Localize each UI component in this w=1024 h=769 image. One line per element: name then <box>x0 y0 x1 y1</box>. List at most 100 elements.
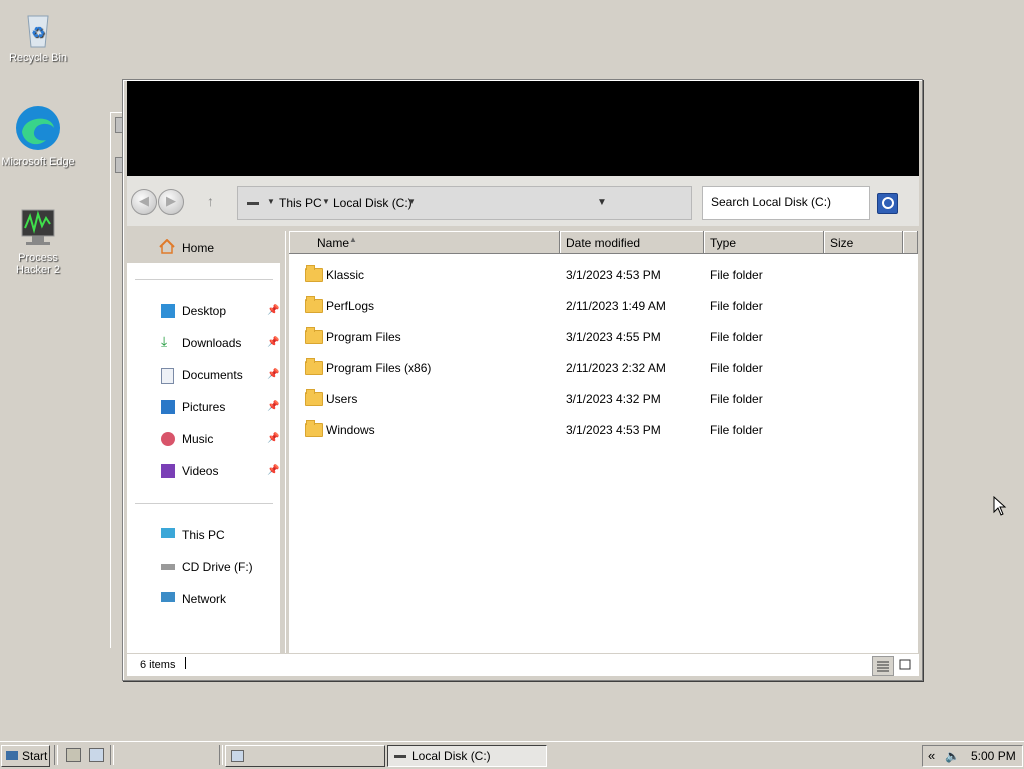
details-view-icon <box>877 661 889 672</box>
file-date: 3/1/2023 4:55 PM <box>566 330 661 344</box>
file-date: 3/1/2023 4:32 PM <box>566 392 661 406</box>
sidebar-divider <box>135 279 273 280</box>
file-name: Windows <box>326 423 375 437</box>
sidebar-home-label: Home <box>182 241 215 255</box>
column-header-filler <box>903 231 918 254</box>
details-view-button[interactable] <box>872 656 894 676</box>
status-bar: 6 items <box>127 654 919 676</box>
recycle-bin-label: Recycle Bin <box>8 52 68 64</box>
folder-icon <box>305 358 323 375</box>
address-dropdown-icon[interactable]: ▼ <box>597 197 607 208</box>
explorer-window[interactable]: ◀ ▶ ↑ ▼ This PC ▼ Local Disk (C:) ▼ ▼ ⇆ <box>122 79 923 681</box>
sidebar-item-pictures[interactable]: Pictures 📌 <box>157 397 281 417</box>
videos-icon <box>161 464 175 478</box>
process-hacker-label: Process Hacker 2 <box>15 252 61 276</box>
music-icon <box>161 432 175 446</box>
pin-icon[interactable]: 📌 <box>267 401 279 412</box>
show-hidden-icons-icon[interactable]: « <box>928 748 935 763</box>
column-header-size[interactable]: Size <box>824 231 903 254</box>
up-arrow-icon: ↑ <box>207 193 214 209</box>
sidebar-item-downloads[interactable]: ⤓ Downloads 📌 <box>157 333 281 353</box>
sidebar-item-music[interactable]: Music 📌 <box>157 429 281 449</box>
breadcrumb-local-disk[interactable]: Local Disk (C:) <box>333 196 412 210</box>
file-type: File folder <box>710 361 763 375</box>
start-logo-icon <box>6 751 18 760</box>
back-button[interactable]: ◀ <box>131 189 157 215</box>
up-button[interactable]: ↑ <box>207 193 214 209</box>
item-count: 6 items <box>140 659 176 671</box>
clock[interactable]: 5:00 PM <box>971 749 1016 763</box>
column-header-type[interactable]: Type <box>704 231 824 254</box>
pin-icon[interactable]: 📌 <box>267 433 279 444</box>
desktop-icon-recycle-bin[interactable]: ♻ Recycle Bin <box>0 12 76 64</box>
start-button[interactable]: Start <box>1 745 50 767</box>
table-row[interactable]: Program Files 3/1/2023 4:55 PM File fold… <box>289 327 918 347</box>
folder-icon <box>305 389 323 406</box>
large-icons-view-icon <box>899 659 911 670</box>
large-icons-view-button[interactable] <box>895 656 915 674</box>
taskbar-button-explorer[interactable] <box>225 745 385 767</box>
column-header-name[interactable]: Name ▲ <box>289 231 560 254</box>
file-type: File folder <box>710 268 763 282</box>
pin-icon[interactable]: 📌 <box>267 305 279 316</box>
search-input[interactable] <box>703 187 861 217</box>
desktop-icon <box>161 304 175 318</box>
sidebar-item-label: CD Drive (F:) <box>182 560 253 574</box>
forward-arrow-icon: ▶ <box>166 193 176 208</box>
sidebar-item-home[interactable]: Home <box>127 231 281 263</box>
sidebar-item-this-pc[interactable]: This PC <box>157 525 281 545</box>
desktop-icon-process-hacker[interactable]: Process Hacker 2 <box>0 208 76 276</box>
title-bar[interactable] <box>127 81 919 176</box>
volume-icon[interactable]: 🔈 <box>945 749 960 763</box>
status-divider <box>185 657 186 669</box>
forward-button[interactable]: ▶ <box>158 189 184 215</box>
show-desktop-icon[interactable] <box>66 748 81 762</box>
search-box[interactable] <box>702 186 870 220</box>
sidebar-item-documents[interactable]: Documents 📌 <box>157 365 281 385</box>
file-date: 2/11/2023 1:49 AM <box>566 299 666 313</box>
edge-icon <box>14 104 62 152</box>
sidebar-item-label: Network <box>182 592 227 606</box>
file-name: Users <box>326 392 358 406</box>
pin-icon[interactable]: 📌 <box>267 337 279 348</box>
explorer-quicklaunch-icon[interactable] <box>89 748 104 762</box>
chevron-right-icon[interactable]: ▼ <box>267 197 275 206</box>
search-button[interactable] <box>877 193 898 214</box>
system-tray: « 🔈 5:00 PM <box>922 745 1023 767</box>
sidebar-item-network[interactable]: Network <box>157 589 281 609</box>
table-row[interactable]: Windows 3/1/2023 4:53 PM File folder <box>289 420 918 440</box>
folder-icon <box>305 265 323 282</box>
taskbar-button-local-disk[interactable]: Local Disk (C:) <box>387 745 547 767</box>
pane-splitter[interactable] <box>280 231 285 653</box>
file-list[interactable]: Name ▲ Date modified Type Size Klassic 3… <box>289 231 918 653</box>
breadcrumb-this-pc[interactable]: This PC <box>279 196 322 210</box>
navigation-pane[interactable]: Home Desktop 📌 ⤓ Downloads 📌 Documents 📌… <box>127 231 286 653</box>
recycle-bin-icon: ♻ <box>22 12 54 48</box>
documents-icon <box>161 368 174 384</box>
downloads-icon: ⤓ <box>161 333 168 349</box>
column-header-label: Size <box>830 236 854 250</box>
address-bar[interactable]: ▼ This PC ▼ Local Disk (C:) ▼ ▼ ⇆ <box>237 186 796 220</box>
drive-icon <box>247 202 259 205</box>
sidebar-item-cd-drive[interactable]: CD Drive (F:) <box>157 557 281 577</box>
pin-icon[interactable]: 📌 <box>267 465 279 476</box>
column-header-date-modified[interactable]: Date modified <box>560 231 704 254</box>
sidebar-item-videos[interactable]: Videos 📌 <box>157 461 281 481</box>
taskbar-button-label: Local Disk (C:) <box>412 749 491 763</box>
chevron-right-icon[interactable]: ▼ <box>322 197 330 206</box>
mouse-cursor-icon <box>993 496 1007 516</box>
file-date: 3/1/2023 4:53 PM <box>566 423 661 437</box>
sidebar-item-label: This PC <box>182 528 225 542</box>
file-date: 2/11/2023 2:32 AM <box>566 361 666 375</box>
table-row[interactable]: Users 3/1/2023 4:32 PM File folder <box>289 389 918 409</box>
table-row[interactable]: Program Files (x86) 2/11/2023 2:32 AM Fi… <box>289 358 918 378</box>
file-name: Program Files (x86) <box>326 361 432 375</box>
sidebar-item-desktop[interactable]: Desktop 📌 <box>157 301 281 321</box>
desktop-icon-microsoft-edge[interactable]: Microsoft Edge <box>0 104 76 168</box>
pin-icon[interactable]: 📌 <box>267 369 279 380</box>
table-row[interactable]: Klassic 3/1/2023 4:53 PM File folder <box>289 265 918 285</box>
sidebar-item-label: Desktop <box>182 304 227 318</box>
file-type: File folder <box>710 392 763 406</box>
chevron-down-icon[interactable]: ▼ <box>408 197 416 206</box>
table-row[interactable]: PerfLogs 2/11/2023 1:49 AM File folder <box>289 296 918 316</box>
